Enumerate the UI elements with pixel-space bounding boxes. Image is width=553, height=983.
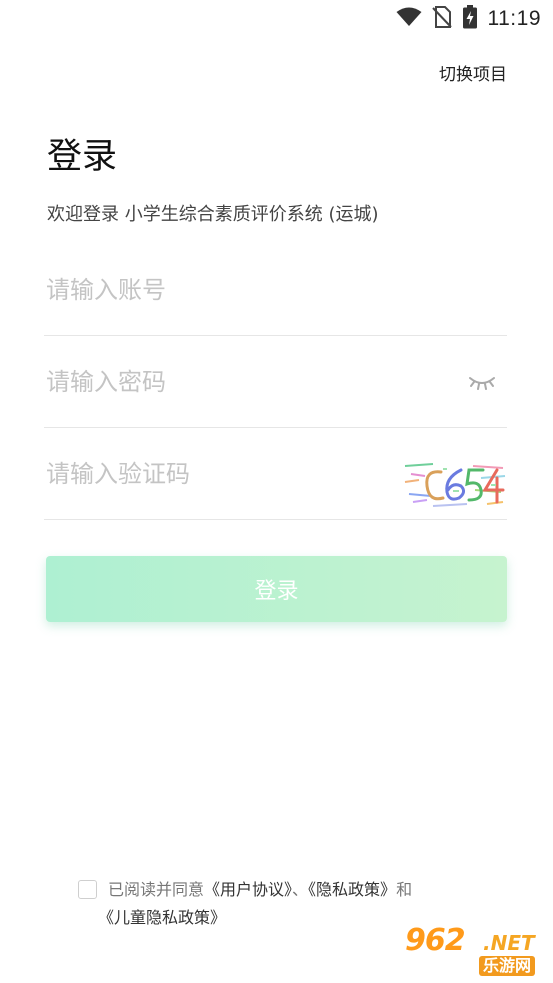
agreement-prefix: 已阅读并同意 bbox=[108, 880, 205, 899]
account-input[interactable] bbox=[46, 246, 406, 334]
wifi-icon bbox=[396, 7, 422, 31]
watermark-logo: 962 .NET 乐游网 bbox=[405, 923, 545, 977]
captcha-field bbox=[44, 430, 507, 520]
captcha-input[interactable] bbox=[46, 430, 406, 518]
captcha-image[interactable] bbox=[403, 460, 507, 510]
status-icons: 11:19 bbox=[396, 5, 542, 33]
watermark-suffix: .NET bbox=[483, 931, 535, 955]
switch-project-link[interactable]: 切换项目 bbox=[439, 60, 507, 85]
eye-closed-icon[interactable] bbox=[467, 372, 497, 394]
account-field bbox=[44, 246, 507, 336]
agreement-separator: 、 bbox=[292, 880, 309, 899]
login-button[interactable]: 登录 bbox=[46, 556, 507, 622]
no-sim-icon bbox=[431, 6, 452, 32]
privacy-policy-link[interactable]: 《隐私政策》 bbox=[308, 880, 396, 899]
watermark-brand: 962 bbox=[405, 923, 466, 958]
welcome-text: 欢迎登录 小学生综合素质评价系统 (运城) bbox=[47, 204, 379, 225]
page-title: 登录 bbox=[47, 137, 118, 177]
children-privacy-link[interactable]: 《儿童隐私政策》 bbox=[98, 908, 226, 927]
status-time: 11:19 bbox=[487, 7, 541, 30]
password-field bbox=[44, 338, 507, 428]
watermark-site: 乐游网 bbox=[479, 956, 536, 976]
status-bar: 11:19 bbox=[0, 0, 553, 38]
user-agreement-link[interactable]: 《用户协议》 bbox=[204, 880, 292, 899]
battery-charging-icon bbox=[462, 5, 478, 33]
agreement-line-1: 已阅读并同意《用户协议》、《隐私政策》和 bbox=[78, 876, 498, 904]
password-input[interactable] bbox=[46, 338, 406, 426]
agreement-and: 和 bbox=[396, 880, 413, 899]
agree-checkbox[interactable] bbox=[78, 880, 97, 899]
